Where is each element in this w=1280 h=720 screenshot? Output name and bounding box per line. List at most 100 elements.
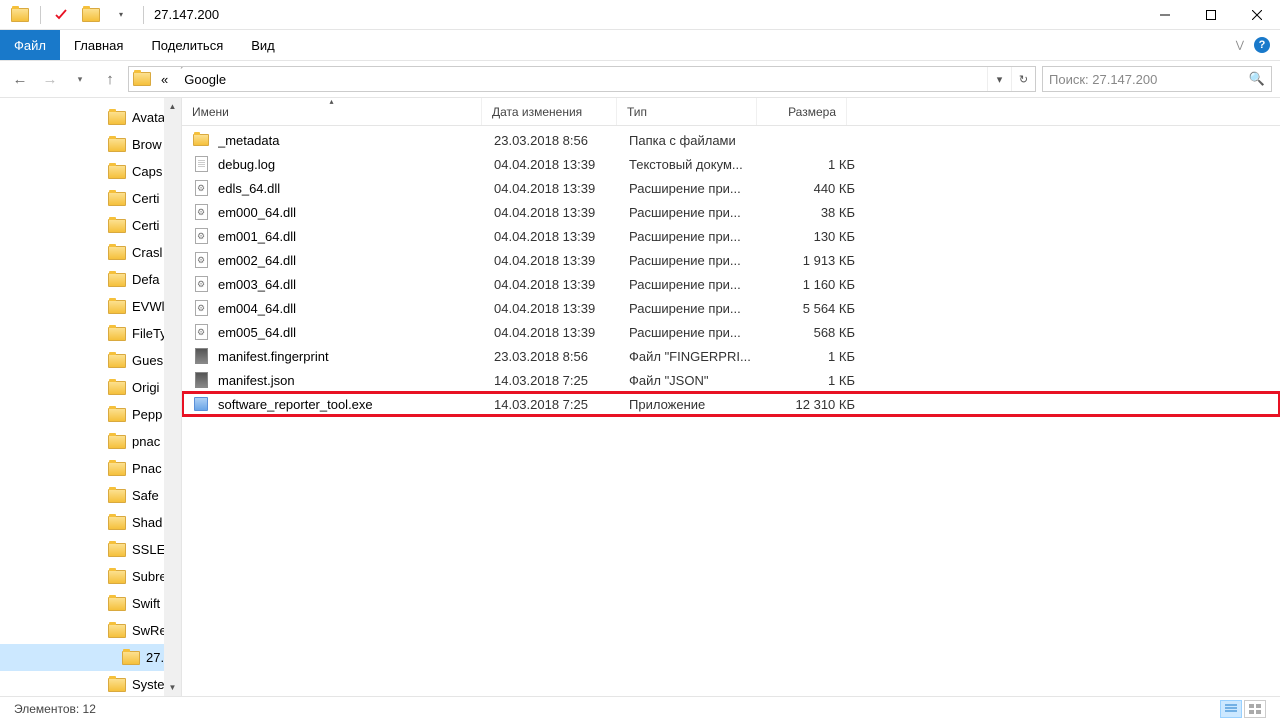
tree-item[interactable]: Caps [0,158,181,185]
gear-icon: ⚙ [192,299,210,317]
column-name[interactable]: ▴Имени [182,98,482,125]
navigation-pane[interactable]: AvataBrowCapsCertiCertiCraslDefaEVWlFile… [0,98,182,696]
tree-item[interactable]: Syste [0,671,181,696]
file-size: 130 КБ [769,229,855,244]
file-type: Приложение [629,397,769,412]
file-date: 04.04.2018 13:39 [494,325,629,340]
tree-item[interactable]: Certi [0,185,181,212]
tree-item[interactable]: FileTy [0,320,181,347]
tree-item[interactable]: Swift [0,590,181,617]
tree-item[interactable]: 27.1 [0,644,181,671]
folder-icon [108,327,126,341]
file-type: Расширение при... [629,229,769,244]
folder-icon [108,543,126,557]
file-size: 568 КБ [769,325,855,340]
breadcrumb-item[interactable]: Google [178,72,275,87]
qat-new-folder-icon[interactable] [79,4,103,26]
folder-icon [108,273,126,287]
tree-item[interactable]: SwRe [0,617,181,644]
tab-file[interactable]: Файл [0,30,60,60]
tree-item[interactable]: SSLE [0,536,181,563]
file-row[interactable]: ⚙em001_64.dll04.04.2018 13:39Расширение … [182,224,1280,248]
tree-item[interactable]: Origi [0,374,181,401]
file-row[interactable]: ⚙em005_64.dll04.04.2018 13:39Расширение … [182,320,1280,344]
file-name: manifest.json [218,373,494,388]
maximize-button[interactable] [1188,0,1234,30]
forward-button[interactable]: → [38,67,62,91]
file-row[interactable]: ⚙em004_64.dll04.04.2018 13:39Расширение … [182,296,1280,320]
tree-item[interactable]: Avata [0,104,181,131]
scroll-track[interactable] [164,115,181,679]
tree-item[interactable]: EVWl [0,293,181,320]
file-type: Расширение при... [629,253,769,268]
tree-item-label: pnac [132,434,160,449]
back-button[interactable]: ← [8,67,32,91]
details-view-button[interactable] [1220,700,1242,718]
tree-item-label: Defa [132,272,159,287]
up-button[interactable]: ↑ [98,67,122,91]
file-name: debug.log [218,157,494,172]
scroll-up-icon[interactable]: ▲ [164,98,181,115]
tree-item[interactable]: Certi [0,212,181,239]
file-row[interactable]: software_reporter_tool.exe14.03.2018 7:2… [182,392,1280,416]
gear-icon: ⚙ [192,275,210,293]
file-type: Папка с файлами [629,133,769,148]
file-row[interactable]: ⚙edls_64.dll04.04.2018 13:39Расширение п… [182,176,1280,200]
refresh-button[interactable]: ↻ [1011,67,1035,91]
sidebar-scrollbar[interactable]: ▲ ▼ [164,98,181,696]
file-name: em001_64.dll [218,229,494,244]
column-size[interactable]: Размера [757,98,847,125]
folder-icon [108,570,126,584]
column-date[interactable]: Дата изменения [482,98,617,125]
tree-item[interactable]: Pnac [0,455,181,482]
address-bar[interactable]: « Пользователи›for the internet›AppData›… [128,66,1036,92]
file-list[interactable]: ▴Имени Дата изменения Тип Размера _metad… [182,98,1280,696]
recent-dropdown-icon[interactable]: ▾ [68,67,92,91]
tree-item[interactable]: Brow [0,131,181,158]
address-dropdown-icon[interactable]: ▾ [987,67,1011,91]
qat-properties-icon[interactable] [49,4,73,26]
file-date: 04.04.2018 13:39 [494,229,629,244]
title-bar: ▾ 27.147.200 [0,0,1280,30]
scroll-down-icon[interactable]: ▼ [164,679,181,696]
close-button[interactable] [1234,0,1280,30]
tree-item[interactable]: Defa [0,266,181,293]
tree-item[interactable]: Safe [0,482,181,509]
tree-item-label: Swift [132,596,160,611]
tab-share[interactable]: Поделиться [137,30,237,60]
tree-item[interactable]: pnac [0,428,181,455]
minimize-button[interactable] [1142,0,1188,30]
folder-icon [108,381,126,395]
file-row[interactable]: manifest.fingerprint23.03.2018 8:56Файл … [182,344,1280,368]
file-type: Файл "FINGERPRI... [629,349,769,364]
file-row[interactable]: manifest.json14.03.2018 7:25Файл "JSON"1… [182,368,1280,392]
crumb-overflow[interactable]: « [155,67,174,91]
tree-item[interactable]: Gues [0,347,181,374]
tree-item[interactable]: Subre [0,563,181,590]
file-type: Расширение при... [629,181,769,196]
file-row[interactable]: ⚙em002_64.dll04.04.2018 13:39Расширение … [182,248,1280,272]
file-row[interactable]: _metadata23.03.2018 8:56Папка с файлами [182,128,1280,152]
doc-icon [192,155,210,173]
file-name: em003_64.dll [218,277,494,292]
file-row[interactable]: debug.log04.04.2018 13:39Текстовый докум… [182,152,1280,176]
tree-item-label: EVWl [132,299,165,314]
ribbon-expand-icon[interactable]: ⋁ [1236,40,1244,51]
icons-view-button[interactable] [1244,700,1266,718]
file-row[interactable]: ⚙em000_64.dll04.04.2018 13:39Расширение … [182,200,1280,224]
file-type: Расширение при... [629,205,769,220]
folder-icon [108,111,126,125]
tree-item[interactable]: Pepp [0,401,181,428]
file-row[interactable]: ⚙em003_64.dll04.04.2018 13:39Расширение … [182,272,1280,296]
search-input[interactable]: Поиск: 27.147.200 🔍 [1042,66,1272,92]
help-icon[interactable]: ? [1254,37,1270,53]
column-type[interactable]: Тип [617,98,757,125]
tree-item[interactable]: Shad [0,509,181,536]
ribbon-tabs: Файл Главная Поделиться Вид ⋁ ? [0,30,1280,60]
folder-icon [108,597,126,611]
tab-view[interactable]: Вид [237,30,289,60]
file-type: Расширение при... [629,277,769,292]
tree-item[interactable]: Crasl [0,239,181,266]
tab-home[interactable]: Главная [60,30,137,60]
qat-dropdown-icon[interactable]: ▾ [109,4,133,26]
